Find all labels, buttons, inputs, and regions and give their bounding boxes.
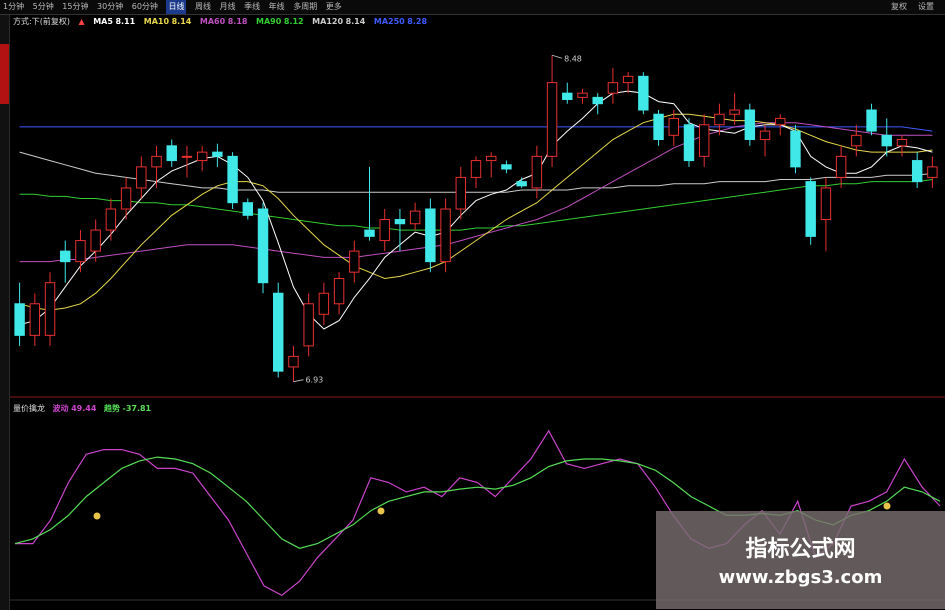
- candle-body: [638, 75, 649, 111]
- watermark: 指标公式网 www.zbgs3.com: [656, 511, 945, 609]
- money-bag-icon: [883, 502, 891, 510]
- candle-body: [911, 160, 923, 183]
- candle-body: [805, 181, 816, 237]
- candle-body: [835, 155, 847, 178]
- candle-body: [729, 109, 740, 115]
- candle-body: [607, 82, 619, 94]
- candle-body: [75, 240, 86, 263]
- candle-body: [257, 208, 269, 284]
- candle-body: [136, 166, 147, 189]
- candle-body: [151, 155, 162, 168]
- money-bag-icon: [377, 507, 385, 515]
- watermark-url: www.zbgs3.com: [718, 567, 883, 588]
- candle-body: [409, 210, 421, 225]
- candle-body: [44, 282, 56, 336]
- candle-body: [227, 155, 238, 204]
- candle-body: [166, 145, 177, 162]
- candle-body: [29, 303, 41, 336]
- candle-body: [105, 208, 117, 231]
- candle-body: [775, 117, 786, 126]
- candle-body: [60, 250, 71, 263]
- low-label: 6.93: [305, 376, 323, 385]
- candle-body: [394, 219, 406, 225]
- candle-body: [714, 113, 725, 126]
- candle-body: [364, 229, 375, 237]
- candle-body: [333, 277, 345, 305]
- candle-body: [288, 355, 299, 368]
- candle-body: [273, 292, 284, 372]
- high-label: 8.48: [564, 54, 582, 63]
- candle-body: [120, 187, 132, 210]
- candle-body: [318, 292, 330, 315]
- candle-body: [866, 109, 877, 132]
- candle-body: [820, 187, 832, 221]
- candle-body: [881, 134, 892, 147]
- candle-body: [622, 75, 634, 84]
- candle-body: [927, 166, 938, 178]
- candle-body: [592, 96, 603, 105]
- candle-body: [577, 92, 588, 98]
- candle-body: [440, 208, 451, 263]
- candle-body: [212, 151, 223, 157]
- candle-body: [683, 124, 695, 162]
- candle-body: [242, 202, 254, 216]
- candle-body: [485, 155, 497, 162]
- candle-body: [90, 229, 101, 252]
- high-marker: [551, 54, 563, 59]
- low-marker: [293, 379, 304, 383]
- candle-body: [14, 303, 25, 336]
- candle-body: [501, 164, 512, 170]
- candle-body: [653, 113, 664, 141]
- candle-body: [303, 303, 314, 347]
- candle-body: [516, 181, 527, 187]
- candle-body: [668, 117, 679, 136]
- candle-body: [546, 82, 558, 157]
- candle-body: [851, 134, 862, 147]
- candle-body: [349, 250, 360, 273]
- candle-body: [181, 155, 193, 158]
- candle-body: [896, 139, 908, 147]
- candle-body: [425, 208, 436, 263]
- candle-body: [744, 109, 756, 141]
- candle-body: [562, 92, 573, 100]
- money-bag-icon: [93, 512, 101, 520]
- candle-body: [759, 130, 771, 141]
- watermark-title: 指标公式网: [745, 537, 856, 562]
- candle-body: [698, 124, 710, 157]
- candle-body: [790, 130, 801, 168]
- candle-body: [531, 155, 543, 189]
- candle-body: [470, 160, 482, 178]
- candle-body: [379, 219, 390, 242]
- candle-body: [455, 176, 467, 210]
- candle-body: [196, 151, 208, 162]
